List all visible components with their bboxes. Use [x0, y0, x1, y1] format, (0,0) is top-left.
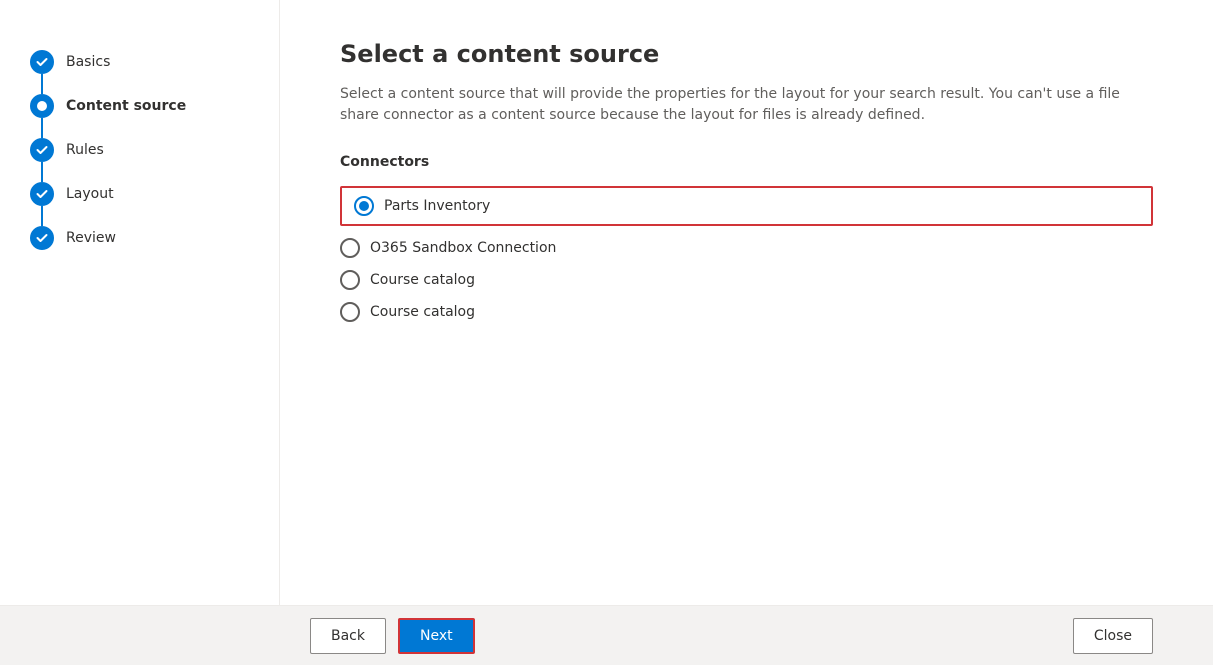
step-circle-review: [30, 226, 54, 250]
back-button[interactable]: Back: [310, 618, 386, 654]
sidebar: Basics Content source Rules Layout Review: [0, 0, 280, 665]
connectors-label: Connectors: [340, 154, 1153, 170]
sidebar-item-content-source[interactable]: Content source: [30, 84, 279, 128]
check-icon: [36, 188, 48, 200]
sidebar-item-rules[interactable]: Rules: [30, 128, 279, 172]
connector-label-course-catalog-1: Course catalog: [370, 272, 475, 288]
step-label-review: Review: [66, 230, 116, 246]
page-title: Select a content source: [340, 40, 1153, 68]
connector-item-parts-inventory[interactable]: Parts Inventory: [340, 186, 1153, 226]
sidebar-item-review[interactable]: Review: [30, 216, 279, 260]
connector-list: Parts Inventory O365 Sandbox Connection Co…: [340, 186, 1153, 322]
check-icon: [36, 232, 48, 244]
radio-o365-sandbox: [340, 238, 360, 258]
page-description: Select a content source that will provid…: [340, 84, 1153, 126]
radio-course-catalog-1: [340, 270, 360, 290]
check-icon: [36, 144, 48, 156]
radio-parts-inventory: [354, 196, 374, 216]
connector-label-parts-inventory: Parts Inventory: [384, 198, 490, 214]
sidebar-item-basics[interactable]: Basics: [30, 40, 279, 84]
main-content: Select a content source Select a content…: [280, 0, 1213, 665]
close-button[interactable]: Close: [1073, 618, 1153, 654]
radio-course-catalog-2: [340, 302, 360, 322]
step-label-basics: Basics: [66, 54, 110, 70]
step-circle-rules: [30, 138, 54, 162]
step-circle-content-source: [30, 94, 54, 118]
connector-label-course-catalog-2: Course catalog: [370, 304, 475, 320]
radio-inner-parts-inventory: [359, 201, 369, 211]
connector-label-o365-sandbox: O365 Sandbox Connection: [370, 240, 556, 256]
footer: Back Next Close: [0, 605, 1213, 665]
step-label-layout: Layout: [66, 186, 114, 202]
connector-item-course-catalog-2[interactable]: Course catalog: [340, 302, 1153, 322]
connector-item-course-catalog-1[interactable]: Course catalog: [340, 270, 1153, 290]
next-button[interactable]: Next: [398, 618, 475, 654]
check-icon: [36, 56, 48, 68]
sidebar-item-layout[interactable]: Layout: [30, 172, 279, 216]
active-dot: [37, 101, 47, 111]
step-label-content-source: Content source: [66, 98, 186, 114]
step-label-rules: Rules: [66, 142, 104, 158]
connector-item-o365-sandbox[interactable]: O365 Sandbox Connection: [340, 238, 1153, 258]
step-circle-layout: [30, 182, 54, 206]
step-circle-basics: [30, 50, 54, 74]
